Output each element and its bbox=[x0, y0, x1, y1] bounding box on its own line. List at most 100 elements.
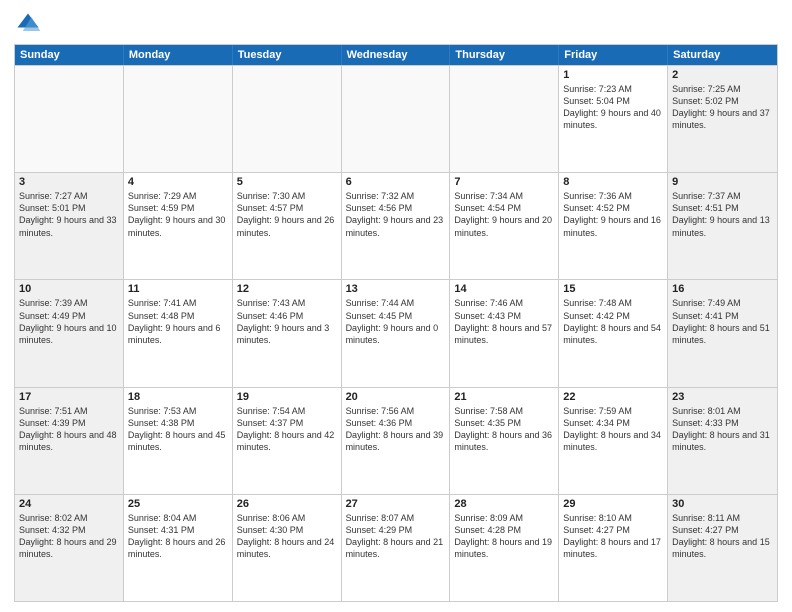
day-number: 28 bbox=[454, 498, 554, 510]
day-cell-23: 23Sunrise: 8:01 AM Sunset: 4:33 PM Dayli… bbox=[668, 388, 777, 494]
day-cell-17: 17 Sunrise: 7:51 AM Sunset: 4:39 PM Dayli… bbox=[15, 388, 124, 494]
day-cell-9: 9 Sunrise: 7:37 AM Sunset: 4:51 PM Daylig… bbox=[668, 173, 777, 279]
day-info: Sunrise: 8:10 AM Sunset: 4:27 PM Dayligh… bbox=[563, 512, 663, 561]
day-info: Sunrise: 7:54 AM Sunset: 4:37 PM Dayligh… bbox=[237, 405, 337, 454]
calendar-header: SundayMondayTuesdayWednesdayThursdayFrid… bbox=[15, 45, 777, 65]
day-number: 1 bbox=[563, 69, 663, 81]
day-number: 2 bbox=[672, 69, 773, 81]
week-row-3: 10 Sunrise: 7:39 AM Sunset: 4:49 PM Dayli… bbox=[15, 279, 777, 386]
day-info: Sunrise: 7:23 AM Sunset: 5:04 PM Dayligh… bbox=[563, 83, 663, 132]
day-cell-4: 4 Sunrise: 7:29 AM Sunset: 4:59 PM Daylig… bbox=[124, 173, 233, 279]
day-cell-26: 26Sunrise: 8:06 AM Sunset: 4:30 PM Dayli… bbox=[233, 495, 342, 601]
day-info: Sunrise: 7:56 AM Sunset: 4:36 PM Dayligh… bbox=[346, 405, 446, 454]
day-info: Sunrise: 8:11 AM Sunset: 4:27 PM Dayligh… bbox=[672, 512, 773, 561]
day-info: Sunrise: 8:09 AM Sunset: 4:28 PM Dayligh… bbox=[454, 512, 554, 561]
day-info: Sunrise: 7:46 AM Sunset: 4:43 PM Dayligh… bbox=[454, 297, 554, 346]
logo bbox=[14, 10, 46, 38]
day-info: Sunrise: 7:27 AM Sunset: 5:01 PM Dayligh… bbox=[19, 190, 119, 239]
day-info: Sunrise: 7:43 AM Sunset: 4:46 PM Dayligh… bbox=[237, 297, 337, 346]
header-day-tuesday: Tuesday bbox=[233, 45, 342, 65]
day-number: 15 bbox=[563, 283, 663, 295]
day-cell-18: 18Sunrise: 7:53 AM Sunset: 4:38 PM Dayli… bbox=[124, 388, 233, 494]
header-day-sunday: Sunday bbox=[15, 45, 124, 65]
day-cell-13: 13 Sunrise: 7:44 AM Sunset: 4:45 PM Dayli… bbox=[342, 280, 451, 386]
header-day-saturday: Saturday bbox=[668, 45, 777, 65]
day-cell-10: 10 Sunrise: 7:39 AM Sunset: 4:49 PM Dayli… bbox=[15, 280, 124, 386]
day-info: Sunrise: 8:01 AM Sunset: 4:33 PM Dayligh… bbox=[672, 405, 773, 454]
day-cell-7: 7 Sunrise: 7:34 AM Sunset: 4:54 PM Daylig… bbox=[450, 173, 559, 279]
day-cell-24: 24 Sunrise: 8:02 AM Sunset: 4:32 PM Dayli… bbox=[15, 495, 124, 601]
day-number: 10 bbox=[19, 283, 119, 295]
day-info: Sunrise: 7:34 AM Sunset: 4:54 PM Dayligh… bbox=[454, 190, 554, 239]
header bbox=[14, 10, 778, 38]
day-info: Sunrise: 7:37 AM Sunset: 4:51 PM Dayligh… bbox=[672, 190, 773, 239]
day-info: Sunrise: 7:48 AM Sunset: 4:42 PM Dayligh… bbox=[563, 297, 663, 346]
day-cell-6: 6 Sunrise: 7:32 AM Sunset: 4:56 PM Daylig… bbox=[342, 173, 451, 279]
day-number: 6 bbox=[346, 176, 446, 188]
day-number: 9 bbox=[672, 176, 773, 188]
header-day-thursday: Thursday bbox=[450, 45, 559, 65]
day-number: 20 bbox=[346, 391, 446, 403]
header-day-friday: Friday bbox=[559, 45, 668, 65]
day-info: Sunrise: 7:39 AM Sunset: 4:49 PM Dayligh… bbox=[19, 297, 119, 346]
day-number: 3 bbox=[19, 176, 119, 188]
day-cell-21: 21 Sunrise: 7:58 AM Sunset: 4:35 PM Dayli… bbox=[450, 388, 559, 494]
day-cell-20: 20 Sunrise: 7:56 AM Sunset: 4:36 PM Dayli… bbox=[342, 388, 451, 494]
header-day-monday: Monday bbox=[124, 45, 233, 65]
day-info: Sunrise: 7:30 AM Sunset: 4:57 PM Dayligh… bbox=[237, 190, 337, 239]
day-number: 24 bbox=[19, 498, 119, 510]
day-cell-16: 16 Sunrise: 7:49 AM Sunset: 4:41 PM Dayli… bbox=[668, 280, 777, 386]
day-info: Sunrise: 8:07 AM Sunset: 4:29 PM Dayligh… bbox=[346, 512, 446, 561]
day-number: 7 bbox=[454, 176, 554, 188]
empty-cell bbox=[342, 66, 451, 172]
day-info: Sunrise: 7:51 AM Sunset: 4:39 PM Dayligh… bbox=[19, 405, 119, 454]
day-cell-27: 27Sunrise: 8:07 AM Sunset: 4:29 PM Dayli… bbox=[342, 495, 451, 601]
header-day-wednesday: Wednesday bbox=[342, 45, 451, 65]
day-cell-25: 25Sunrise: 8:04 AM Sunset: 4:31 PM Dayli… bbox=[124, 495, 233, 601]
day-cell-3: 3 Sunrise: 7:27 AM Sunset: 5:01 PM Daylig… bbox=[15, 173, 124, 279]
day-cell-14: 14 Sunrise: 7:46 AM Sunset: 4:43 PM Dayli… bbox=[450, 280, 559, 386]
calendar-body: 1 Sunrise: 7:23 AM Sunset: 5:04 PM Daylig… bbox=[15, 65, 777, 601]
day-cell-11: 11Sunrise: 7:41 AM Sunset: 4:48 PM Dayli… bbox=[124, 280, 233, 386]
day-number: 4 bbox=[128, 176, 228, 188]
day-cell-5: 5Sunrise: 7:30 AM Sunset: 4:57 PM Daylig… bbox=[233, 173, 342, 279]
day-number: 8 bbox=[563, 176, 663, 188]
week-row-2: 3 Sunrise: 7:27 AM Sunset: 5:01 PM Daylig… bbox=[15, 172, 777, 279]
day-info: Sunrise: 7:58 AM Sunset: 4:35 PM Dayligh… bbox=[454, 405, 554, 454]
day-cell-29: 29 Sunrise: 8:10 AM Sunset: 4:27 PM Dayli… bbox=[559, 495, 668, 601]
day-info: Sunrise: 7:29 AM Sunset: 4:59 PM Dayligh… bbox=[128, 190, 228, 239]
day-number: 19 bbox=[237, 391, 337, 403]
day-number: 26 bbox=[237, 498, 337, 510]
empty-cell bbox=[15, 66, 124, 172]
day-cell-30: 30Sunrise: 8:11 AM Sunset: 4:27 PM Dayli… bbox=[668, 495, 777, 601]
day-cell-19: 19 Sunrise: 7:54 AM Sunset: 4:37 PM Dayli… bbox=[233, 388, 342, 494]
day-cell-28: 28 Sunrise: 8:09 AM Sunset: 4:28 PM Dayli… bbox=[450, 495, 559, 601]
day-info: Sunrise: 7:44 AM Sunset: 4:45 PM Dayligh… bbox=[346, 297, 446, 346]
day-number: 22 bbox=[563, 391, 663, 403]
day-info: Sunrise: 7:59 AM Sunset: 4:34 PM Dayligh… bbox=[563, 405, 663, 454]
week-row-5: 24 Sunrise: 8:02 AM Sunset: 4:32 PM Dayli… bbox=[15, 494, 777, 601]
day-number: 21 bbox=[454, 391, 554, 403]
day-cell-8: 8 Sunrise: 7:36 AM Sunset: 4:52 PM Daylig… bbox=[559, 173, 668, 279]
logo-icon bbox=[14, 10, 42, 38]
day-cell-15: 15 Sunrise: 7:48 AM Sunset: 4:42 PM Dayli… bbox=[559, 280, 668, 386]
page: SundayMondayTuesdayWednesdayThursdayFrid… bbox=[0, 0, 792, 612]
day-info: Sunrise: 7:49 AM Sunset: 4:41 PM Dayligh… bbox=[672, 297, 773, 346]
week-row-1: 1 Sunrise: 7:23 AM Sunset: 5:04 PM Daylig… bbox=[15, 65, 777, 172]
day-number: 29 bbox=[563, 498, 663, 510]
day-cell-22: 22 Sunrise: 7:59 AM Sunset: 4:34 PM Dayli… bbox=[559, 388, 668, 494]
day-number: 16 bbox=[672, 283, 773, 295]
day-info: Sunrise: 7:32 AM Sunset: 4:56 PM Dayligh… bbox=[346, 190, 446, 239]
calendar: SundayMondayTuesdayWednesdayThursdayFrid… bbox=[14, 44, 778, 602]
day-info: Sunrise: 7:36 AM Sunset: 4:52 PM Dayligh… bbox=[563, 190, 663, 239]
day-cell-12: 12Sunrise: 7:43 AM Sunset: 4:46 PM Dayli… bbox=[233, 280, 342, 386]
week-row-4: 17 Sunrise: 7:51 AM Sunset: 4:39 PM Dayli… bbox=[15, 387, 777, 494]
day-number: 17 bbox=[19, 391, 119, 403]
day-cell-2: 2Sunrise: 7:25 AM Sunset: 5:02 PM Daylig… bbox=[668, 66, 777, 172]
day-number: 14 bbox=[454, 283, 554, 295]
empty-cell bbox=[233, 66, 342, 172]
day-number: 11 bbox=[128, 283, 228, 295]
day-info: Sunrise: 8:02 AM Sunset: 4:32 PM Dayligh… bbox=[19, 512, 119, 561]
day-number: 13 bbox=[346, 283, 446, 295]
empty-cell bbox=[450, 66, 559, 172]
